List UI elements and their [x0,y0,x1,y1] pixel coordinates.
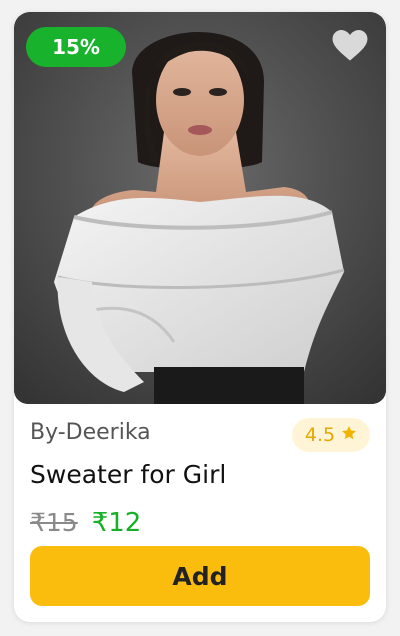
brand-label: By-Deerika [30,420,151,445]
sale-price: ₹12 [91,508,142,538]
product-image[interactable]: 15% [14,12,386,404]
product-title: Sweater for Girl [30,460,227,489]
rating-badge: 4.5 [292,418,370,452]
star-icon [341,425,357,445]
add-to-cart-button[interactable]: Add [30,546,370,606]
product-card[interactable]: 15% By-Deerika 4.5 Sweater for Girl ₹15 … [14,12,386,622]
rating-value: 4.5 [304,424,336,446]
heart-icon [332,30,368,62]
price-row: ₹15 ₹12 [30,508,141,538]
discount-badge: 15% [26,27,126,67]
original-price: ₹15 [30,508,78,537]
favorite-button[interactable] [330,28,370,64]
